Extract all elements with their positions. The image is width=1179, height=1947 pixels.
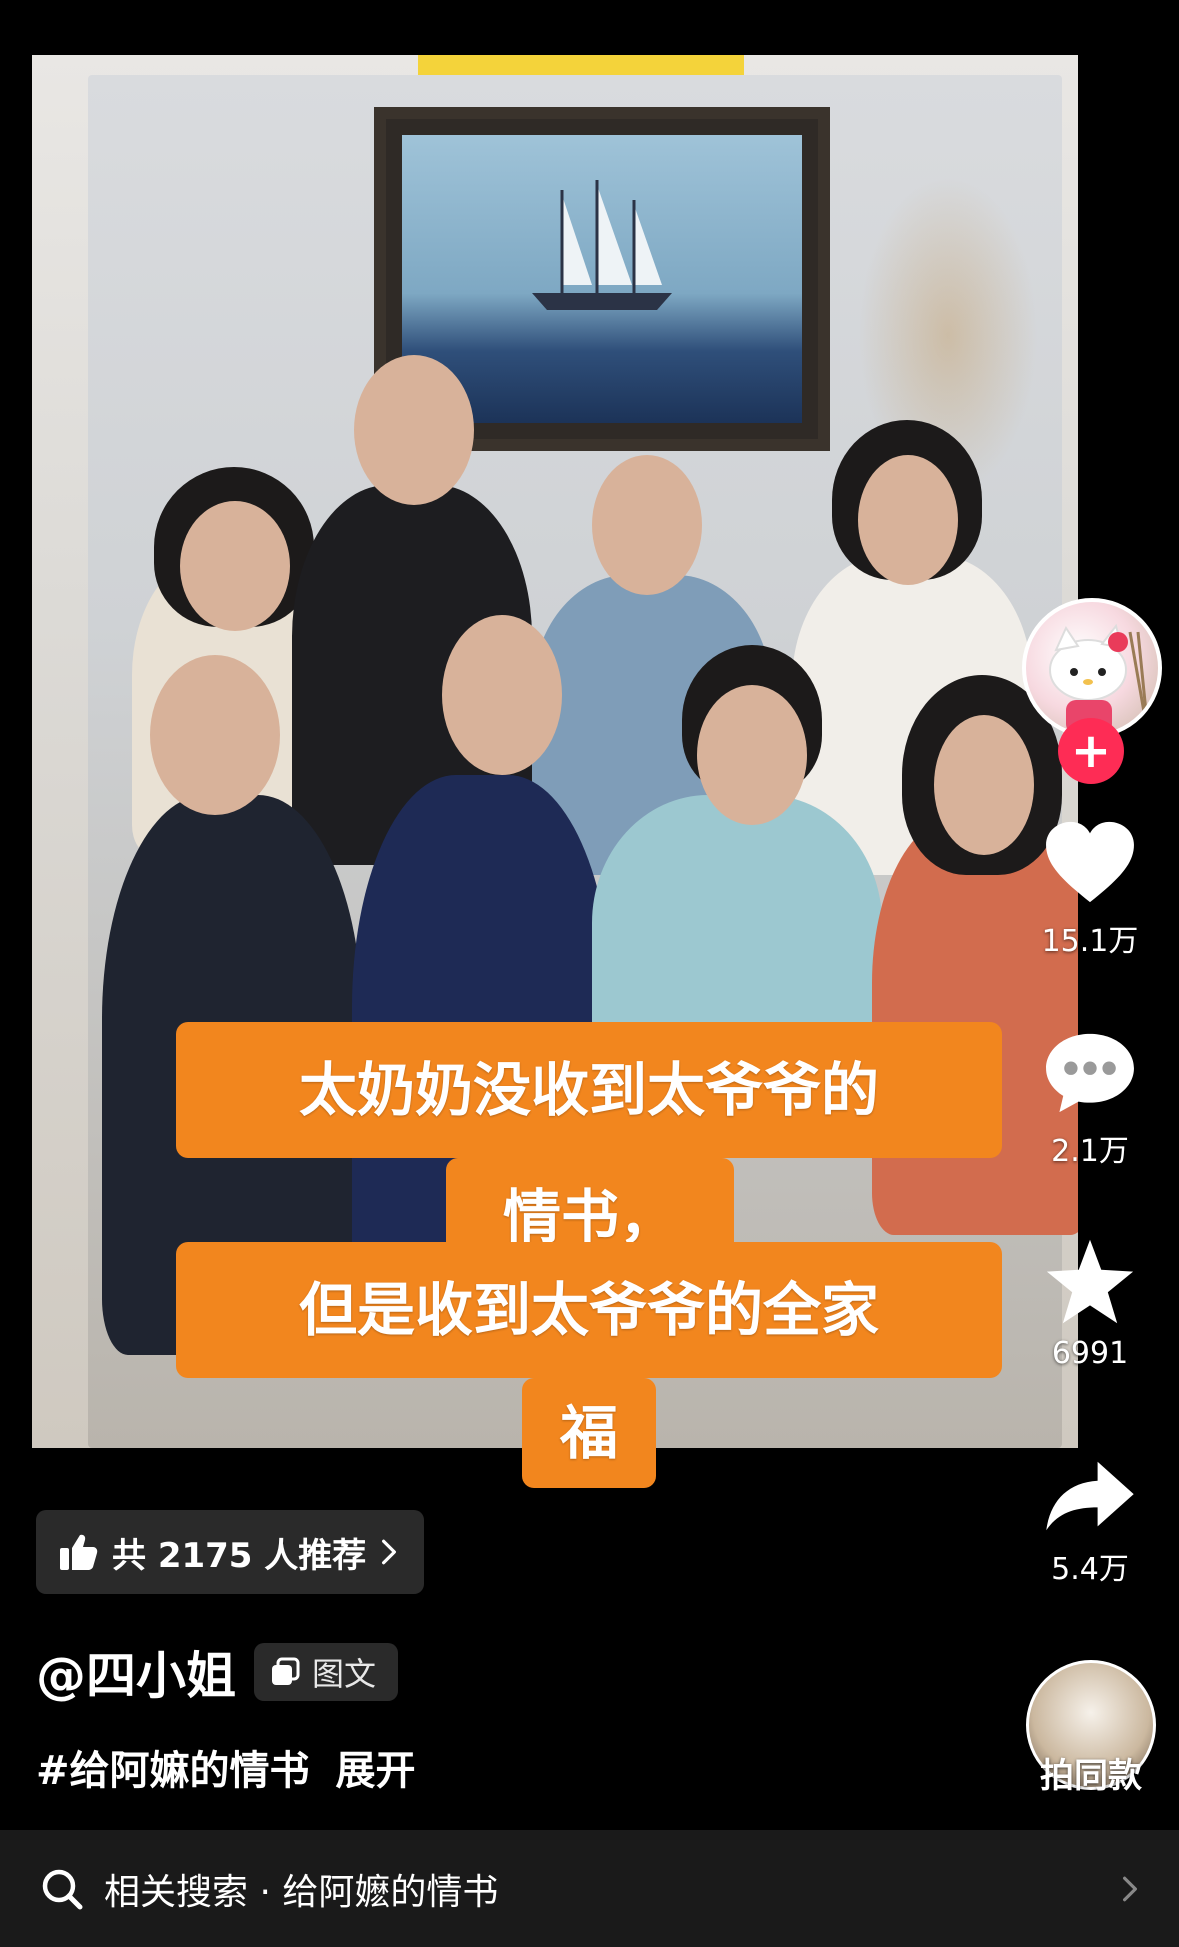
related-search-text: 相关搜索 · 给阿嬷的情书	[104, 1871, 499, 1913]
same-style-label[interactable]: 拍同款	[1024, 1748, 1158, 1797]
like-count: 15.1万	[1041, 924, 1139, 959]
person-face	[697, 685, 807, 825]
ship-icon	[532, 180, 672, 310]
author-row: @四小姐 图文	[36, 1636, 399, 1708]
chevron-right-icon	[1123, 1876, 1137, 1901]
share-action[interactable]: 5.4万	[1030, 1458, 1150, 1588]
recommend-pill[interactable]: 共 2175 人推荐	[36, 1510, 425, 1594]
comment-action[interactable]: 2.1万	[1030, 1030, 1150, 1170]
caption-line-1: 太奶奶没收到太爷爷的	[176, 1022, 1002, 1158]
thumbs-up-icon	[60, 1534, 98, 1570]
person-face	[180, 501, 290, 631]
person-face	[442, 615, 562, 775]
author-name[interactable]: @四小姐	[36, 1636, 236, 1708]
search-icon	[42, 1869, 83, 1909]
heart-icon	[1046, 821, 1134, 903]
person-face	[592, 455, 702, 595]
comment-icon	[1046, 1033, 1134, 1113]
person-face	[150, 655, 280, 815]
related-search-bar[interactable]: 相关搜索 · 给阿嬷的情书	[0, 1830, 1179, 1947]
person-face	[354, 355, 474, 505]
favorite-count: 6991	[1051, 1336, 1129, 1371]
hashtag-link[interactable]: #给阿嫲的情书	[36, 1738, 310, 1796]
like-action[interactable]: 15.1万	[1030, 820, 1150, 960]
chevron-right-icon	[382, 1539, 397, 1565]
post-type-label: 图文	[312, 1655, 377, 1693]
expand-button[interactable]: 展开	[336, 1738, 416, 1796]
post-type-badge: 图文	[254, 1643, 399, 1701]
author-avatar[interactable]	[1022, 598, 1162, 738]
post-description: #给阿嫲的情书 展开	[36, 1738, 416, 1796]
favorite-action[interactable]: 6991	[1030, 1236, 1150, 1371]
image-text-icon	[272, 1657, 300, 1685]
person-face	[858, 455, 958, 585]
comment-count: 2.1万	[1051, 1134, 1129, 1169]
share-count: 5.4万	[1051, 1552, 1129, 1587]
star-icon	[1046, 1239, 1134, 1324]
share-icon	[1046, 1461, 1134, 1531]
caption-line-4: 福	[522, 1378, 656, 1488]
caption-line-3: 但是收到太爷爷的全家	[176, 1242, 1002, 1378]
person-face	[934, 715, 1034, 855]
recommend-label: 共 2175 人推荐	[112, 1535, 367, 1576]
follow-button[interactable]: +	[1058, 718, 1124, 784]
